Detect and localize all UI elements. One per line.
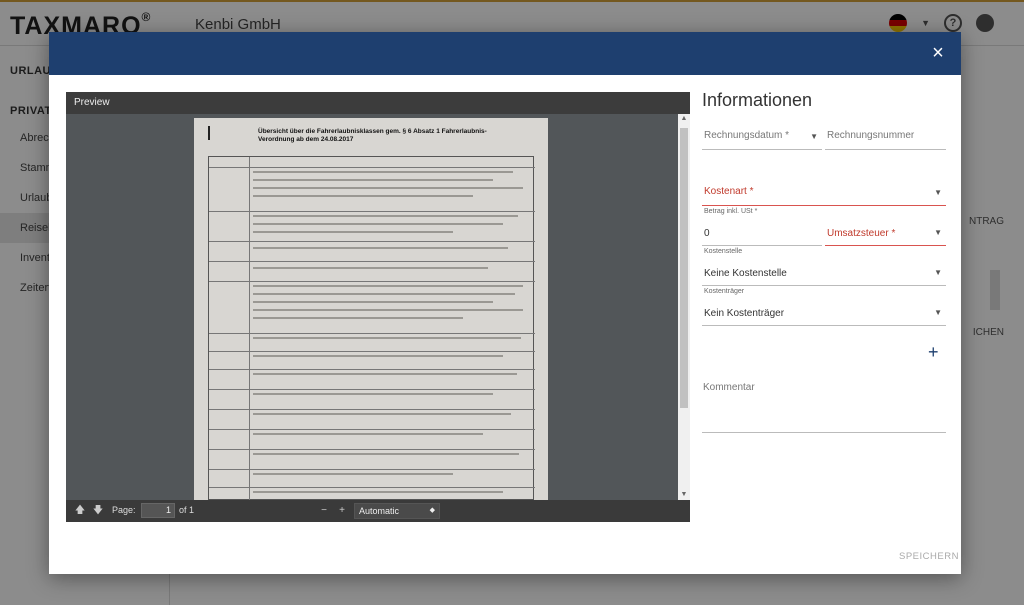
kostentraeger-select[interactable]: Kostenträger Kein Kostenträger ▼ — [702, 288, 946, 326]
preview-canvas[interactable]: Übersicht über die Fahrerlaubnisklassen … — [66, 114, 678, 500]
close-icon[interactable]: × — [927, 42, 949, 64]
rechnungsdatum-field[interactable]: Rechnungsdatum * ▼ — [702, 124, 822, 150]
umsatzsteuer-select[interactable]: Umsatzsteuer * ▼ — [825, 220, 946, 246]
page-count: of 1 — [179, 505, 195, 515]
preview-toolbar: 🡅 🡇 Page: 1 of 1 − + Automatic ◆ — [66, 500, 690, 522]
document-page: Übersicht über die Fahrerlaubnisklassen … — [194, 118, 548, 500]
dropdown-caret-icon: ▼ — [934, 228, 942, 237]
page-label: Page: — [112, 505, 136, 515]
kommentar-underline — [702, 432, 946, 433]
dropdown-caret-icon: ▼ — [934, 188, 942, 197]
zoom-in-button[interactable]: + — [334, 503, 350, 519]
document-title: Übersicht über die Fahrerlaubnisklassen … — [258, 128, 487, 143]
modal-header: × — [49, 32, 961, 75]
document-preview: Preview Übersicht über die Fahrerlaubnis… — [66, 92, 690, 522]
info-title: Informationen — [702, 90, 813, 110]
preview-title: Preview — [66, 92, 690, 114]
kommentar-field[interactable]: Kommentar — [703, 382, 755, 393]
page-number-input[interactable]: 1 — [141, 503, 175, 518]
rechnungsnummer-field[interactable]: Rechnungsnummer — [825, 124, 946, 150]
kostenstelle-select[interactable]: Kostenstelle Keine Kostenstelle ▼ — [702, 248, 946, 286]
betrag-input[interactable]: Betrag inkl. USt * 0 — [702, 208, 822, 246]
dropdown-caret-icon: ▼ — [934, 308, 942, 317]
dropdown-caret-icon: ▼ — [810, 132, 818, 141]
add-icon[interactable]: + — [928, 342, 939, 363]
kostenart-select[interactable]: Kostenart * ▼ — [702, 180, 946, 206]
zoom-select[interactable]: Automatic ◆ — [354, 503, 440, 519]
federal-eagle-logo — [208, 126, 240, 140]
save-button[interactable]: SPEICHERN — [899, 551, 959, 562]
preview-scrollbar[interactable]: ▲ ▼ — [678, 114, 690, 500]
document-table — [208, 156, 535, 500]
previous-page-icon[interactable]: 🡅 — [72, 503, 88, 519]
zoom-out-button[interactable]: − — [316, 503, 332, 519]
receipt-modal: × Preview Übersicht über die Fahrerlaubn… — [49, 32, 961, 574]
scroll-thumb[interactable] — [680, 128, 688, 408]
scroll-down-icon[interactable]: ▼ — [678, 490, 690, 500]
dropdown-caret-icon: ▼ — [934, 268, 942, 277]
scroll-up-icon[interactable]: ▲ — [678, 114, 690, 124]
chevron-updown-icon: ◆ — [429, 507, 435, 514]
next-page-icon[interactable]: 🡇 — [90, 503, 106, 519]
